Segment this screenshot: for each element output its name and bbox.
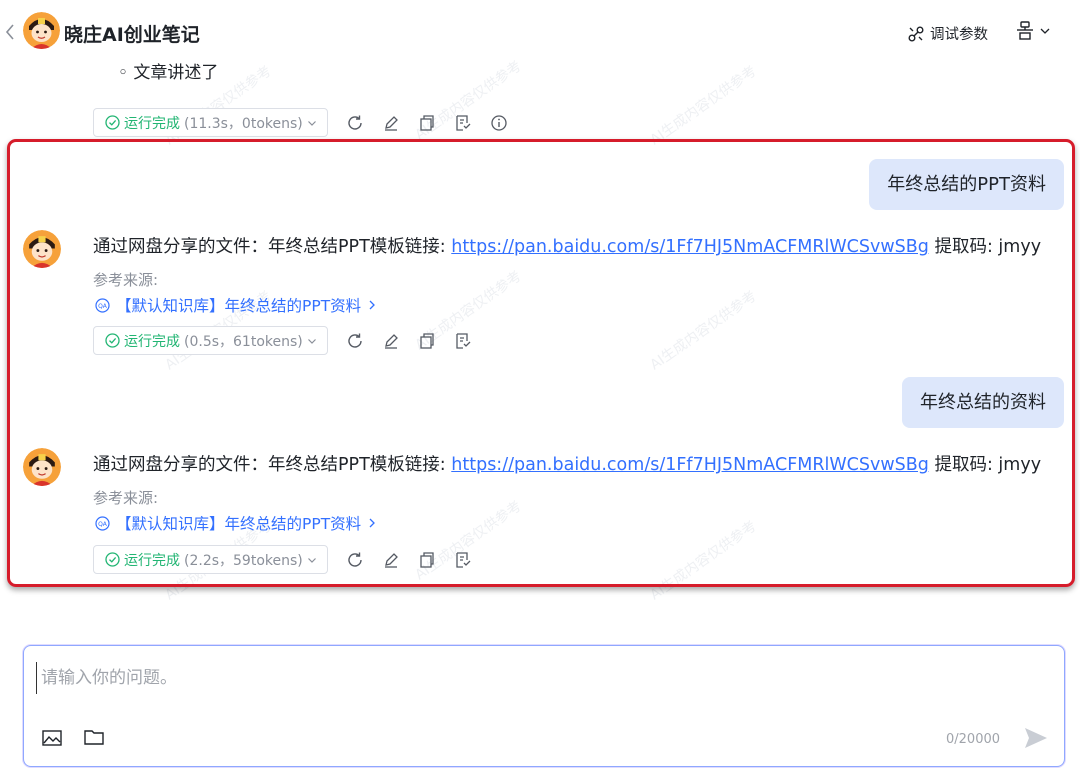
chevron-right-icon: [367, 299, 377, 311]
reference-item-label: 【默认知识库】年终总结的PPT资料: [116, 297, 362, 315]
run-status-label: 运行完成: [124, 552, 180, 569]
answer-text: 通过网盘分享的文件：年终总结PPT模板链接:: [93, 455, 452, 475]
qa-icon: QA: [95, 515, 110, 531]
bot-answer: 通过网盘分享的文件：年终总结PPT模板链接: https://pan.baidu…: [93, 451, 1041, 476]
document-icon[interactable]: [454, 332, 472, 350]
run-status-dropdown[interactable]: 运行完成 (11.3s，0tokens): [93, 108, 328, 137]
status-row: 运行完成 (2.2s，59tokens): [93, 545, 472, 574]
run-status-stats: (11.3s，0tokens): [184, 115, 303, 132]
reference-link[interactable]: QA 【默认知识库】年终总结的PPT资料: [95, 512, 377, 534]
back-chevron-icon[interactable]: [4, 22, 16, 42]
app-title: 晓庄AI创业笔记: [64, 24, 200, 46]
copy-icon[interactable]: [418, 114, 436, 132]
watermark: AI生成内容仅供参考: [647, 63, 760, 149]
reference-label: 参考来源:: [93, 489, 159, 507]
chevron-down-icon: [307, 555, 317, 565]
previous-answer-text: ◦ 文章讲述了: [118, 63, 219, 83]
svg-text:QA: QA: [98, 303, 108, 310]
answer-text: 通过网盘分享的文件：年终总结PPT模板链接:: [93, 237, 452, 257]
bot-avatar: [23, 230, 61, 268]
chevron-right-icon: [367, 517, 377, 529]
check-circle-icon: [105, 115, 120, 130]
edit-icon[interactable]: [382, 114, 400, 132]
copy-icon[interactable]: [418, 551, 436, 569]
share-link[interactable]: https://pan.baidu.com/s/1Ff7HJ5NmACFMRlW…: [451, 237, 929, 257]
bot-avatar: [23, 448, 61, 486]
reference-item-label: 【默认知识库】年终总结的PPT资料: [116, 515, 362, 533]
share-link[interactable]: https://pan.baidu.com/s/1Ff7HJ5NmACFMRlW…: [451, 455, 929, 475]
chat-input-box: 0/20000: [23, 645, 1065, 767]
status-row: 运行完成 (0.5s，61tokens): [93, 326, 472, 355]
info-icon[interactable]: [490, 114, 508, 132]
user-icon: [1016, 21, 1034, 41]
chevron-down-icon: [307, 118, 317, 128]
chevron-down-icon: [307, 336, 317, 346]
send-icon[interactable]: [1022, 724, 1050, 752]
qa-icon: QA: [95, 297, 110, 313]
reference-link[interactable]: QA 【默认知识库】年终总结的PPT资料: [95, 294, 377, 316]
image-upload-icon[interactable]: [41, 727, 63, 749]
document-icon[interactable]: [454, 551, 472, 569]
check-circle-icon: [105, 333, 120, 348]
edit-icon[interactable]: [382, 332, 400, 350]
debug-params-button[interactable]: 调试参数: [907, 23, 988, 44]
user-menu-button[interactable]: [1016, 21, 1050, 41]
document-icon[interactable]: [454, 114, 472, 132]
char-counter: 0/20000: [946, 732, 1001, 747]
regenerate-icon[interactable]: [346, 114, 364, 132]
check-circle-icon: [105, 552, 120, 567]
regenerate-icon[interactable]: [346, 551, 364, 569]
svg-text:QA: QA: [98, 521, 108, 528]
run-status-label: 运行完成: [124, 333, 180, 350]
run-status-stats: (2.2s，59tokens): [184, 552, 303, 569]
chevron-down-icon: [1040, 26, 1050, 36]
app-avatar: [23, 12, 60, 49]
regenerate-icon[interactable]: [346, 332, 364, 350]
user-message-bubble: 年终总结的PPT资料: [869, 159, 1064, 210]
run-status-dropdown[interactable]: 运行完成 (2.2s，59tokens): [93, 545, 328, 574]
answer-code: 提取码: jmyy: [928, 237, 1042, 257]
run-status-dropdown[interactable]: 运行完成 (0.5s，61tokens): [93, 326, 328, 355]
edit-icon[interactable]: [382, 551, 400, 569]
reference-label: 参考来源:: [93, 271, 159, 289]
bot-answer: 通过网盘分享的文件：年终总结PPT模板链接: https://pan.baidu…: [93, 233, 1041, 258]
run-status-stats: (0.5s，61tokens): [184, 333, 303, 350]
debug-params-icon: [907, 25, 925, 43]
copy-icon[interactable]: [418, 332, 436, 350]
debug-params-label: 调试参数: [930, 27, 988, 43]
run-status-label: 运行完成: [124, 115, 180, 132]
user-message-bubble: 年终总结的资料: [902, 377, 1064, 428]
folder-icon[interactable]: [83, 726, 105, 748]
question-input[interactable]: [36, 662, 1043, 694]
answer-code: 提取码: jmyy: [928, 455, 1042, 475]
previous-status-row: 运行完成 (11.3s，0tokens): [93, 108, 508, 137]
